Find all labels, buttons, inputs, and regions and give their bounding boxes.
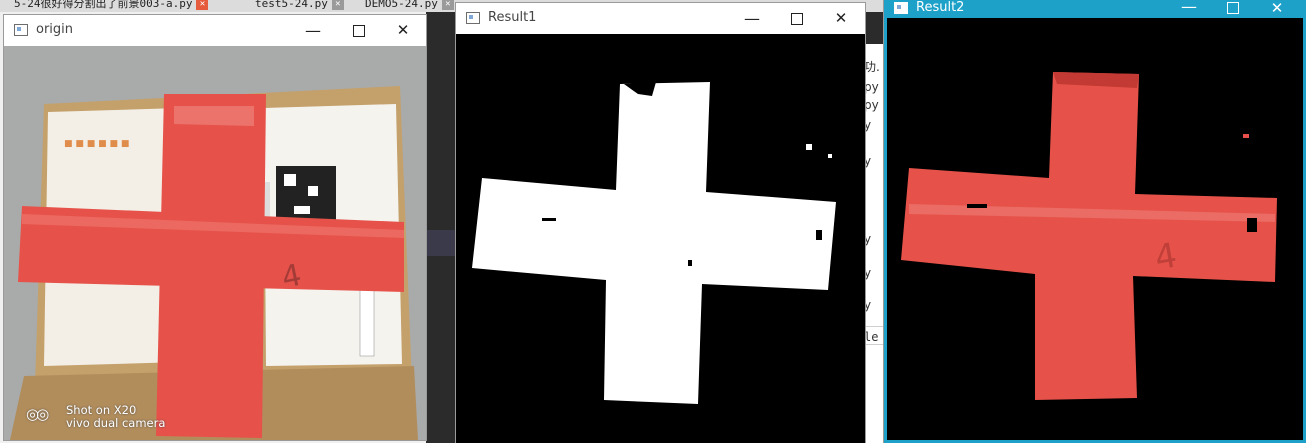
watermark-line-2: vivo dual camera [66,416,166,430]
close-button[interactable]: ✕ [1254,0,1300,18]
app-window-icon [14,24,28,36]
mask-image [456,34,865,443]
segmented-foreground: 4 [887,18,1303,440]
window-titlebar[interactable]: origin — ✕ [4,15,426,46]
console-text: py [864,80,879,94]
maximize-button[interactable] [336,15,382,46]
window-title: origin [36,22,74,37]
window-titlebar[interactable]: Result1 — ✕ [456,3,865,34]
console-text: 功. [864,60,880,74]
result2-window[interactable]: Result2 — ✕ 4 [884,0,1306,443]
editor-tab-label: 5-24很好得分割出了前景003-a.py [14,0,193,10]
close-tab-icon[interactable]: ✕ [196,0,209,10]
vivo-logo-icon: ◎◎ [26,405,49,423]
camera-watermark: ◎◎ Shot on X20 vivo dual camera [26,404,165,430]
maximize-icon [1227,1,1239,14]
console-text: y [864,118,872,132]
close-tab-icon[interactable]: ✕ [331,0,344,10]
editor-tab[interactable]: test5-24.py ✕ [255,0,344,12]
close-tab-icon[interactable]: ✕ [441,0,454,10]
origin-image: ■ ■ ■ ■ ■ ■ 4 ◎◎ Shot on X20 vivo dual c… [4,46,426,440]
segmented-image: 4 [884,18,1306,443]
origin-window[interactable]: origin — ✕ ■ ■ ■ ■ ■ ■ 4 ◎◎ Shot on X20 … [4,15,426,440]
console-text: le [864,330,879,344]
binary-mask [456,34,865,443]
editor-tab-label: DEMO5-24.py [365,0,438,10]
editor-tab[interactable]: 5-24很好得分割出了前景003-a.py ✕ [14,0,209,12]
console-text: y [864,154,872,168]
close-button[interactable]: ✕ [380,15,426,46]
console-text: py [864,98,879,112]
console-text: y [864,232,872,246]
maximize-button[interactable] [774,3,820,34]
window-title: Result1 [488,10,537,25]
window-titlebar[interactable]: Result2 — ✕ [884,0,1306,18]
minimize-button[interactable]: — [729,3,775,34]
minimize-button[interactable]: — [1166,0,1212,18]
console-text: y [864,266,872,280]
close-button[interactable]: ✕ [818,3,864,34]
maximize-icon [791,12,803,25]
app-window-icon [466,12,480,24]
editor-tab[interactable]: DEMO5-24.py ✕ [365,0,454,12]
svg-text:■ ■ ■ ■ ■ ■: ■ ■ ■ ■ ■ ■ [64,139,129,149]
window-title: Result2 [916,0,965,15]
maximize-icon [353,24,365,37]
editor-tab-label: test5-24.py [255,0,328,10]
app-window-icon [894,2,908,14]
package-photo: ■ ■ ■ ■ ■ ■ 4 [4,46,426,440]
console-text: y [864,298,872,312]
result1-window[interactable]: Result1 — ✕ [456,3,865,443]
minimize-button[interactable]: — [290,15,336,46]
maximize-button[interactable] [1210,0,1256,18]
